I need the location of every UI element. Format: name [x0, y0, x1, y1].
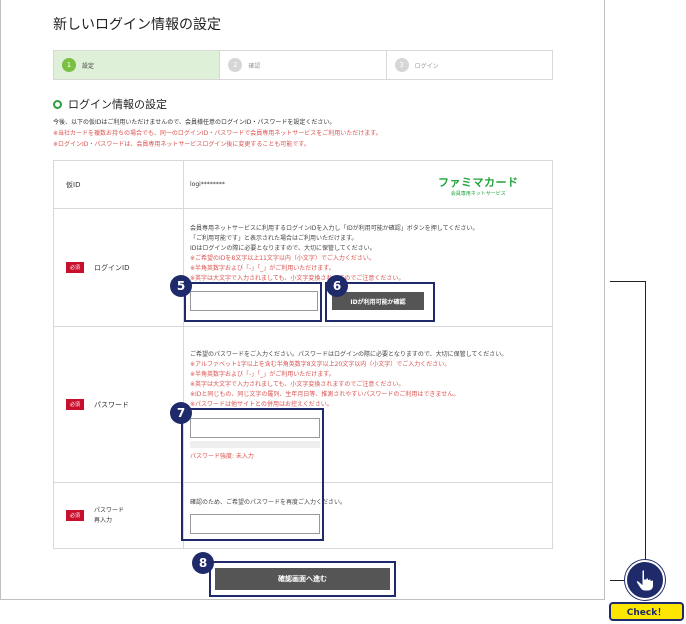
required-badge: 必須 — [66, 399, 85, 410]
step-badge-7: 7 — [170, 402, 192, 424]
step-number: 2 — [228, 58, 243, 72]
step-badge-8: 8 — [192, 552, 214, 574]
connector-line — [610, 281, 645, 282]
required-badge: 必須 — [66, 262, 85, 273]
section-heading: ログイン情報の設定 — [53, 96, 167, 112]
login-id-help: 会員専用ネットサービスに利用するログインIDを入力し「IDが利用可能か確認」ボタ… — [190, 225, 479, 282]
temp-id-row: 仮ID logi******** ファミマカード 会員専用ネットサービス — [53, 160, 553, 209]
ring-icon — [53, 99, 62, 109]
step-1: 1 設定 — [54, 51, 220, 79]
intro-text: 今後、以下の仮IDはご利用いただけませんので、会員様任意のログインID・パスワー… — [53, 117, 553, 150]
check-pointer-badge — [625, 560, 665, 600]
step-label: 設定 — [82, 62, 95, 70]
hand-pointer-icon — [635, 569, 654, 592]
step-badge-5: 5 — [170, 275, 192, 297]
step-label: ログイン — [414, 62, 439, 70]
highlight-next-button — [209, 561, 396, 597]
temp-id-label: 仮ID — [66, 180, 81, 189]
step-indicator: 1 設定 2 確認 3 ログイン — [53, 50, 553, 80]
step-3: 3 ログイン — [385, 51, 552, 79]
connector-line — [645, 281, 646, 561]
check-label: Check！ — [609, 602, 684, 621]
page-title: 新しいログイン情報の設定 — [53, 17, 221, 33]
password-help: ご希望のパスワードをご入力ください。パスワードはログインの際に必要となりますので… — [190, 350, 508, 408]
highlight-password — [181, 408, 324, 541]
step-badge-6: 6 — [326, 275, 348, 297]
step-2: 2 確認 — [219, 51, 385, 79]
logo-sub: 会員専用ネットサービス — [450, 191, 506, 197]
famima-card-logo: ファミマカード 会員専用ネットサービス — [438, 174, 519, 197]
logo-main: ファミマカード — [438, 176, 519, 189]
highlight-login-id — [184, 282, 322, 322]
step-label: 確認 — [248, 62, 261, 70]
login-id-label: ログインID — [94, 263, 130, 272]
intro-note: ※当社カードを複数お持ちの場合でも、同一のログインID・パスワードで会員専用ネッ… — [53, 130, 382, 137]
password-confirm-label: パスワード 再入力 — [94, 506, 125, 524]
required-badge: 必須 — [66, 510, 85, 521]
temp-id-value: logi******** — [190, 181, 225, 188]
step-number: 3 — [394, 58, 409, 72]
section-title: ログイン情報の設定 — [68, 98, 167, 111]
intro-note: ※ログインID・パスワードは、会員専用ネットサービスログイン後に変更することも可… — [53, 141, 310, 148]
intro-line: 今後、以下の仮IDはご利用いただけませんので、会員様任意のログインID・パスワー… — [53, 119, 336, 126]
step-number: 1 — [62, 58, 76, 72]
password-label: パスワード — [94, 400, 130, 409]
